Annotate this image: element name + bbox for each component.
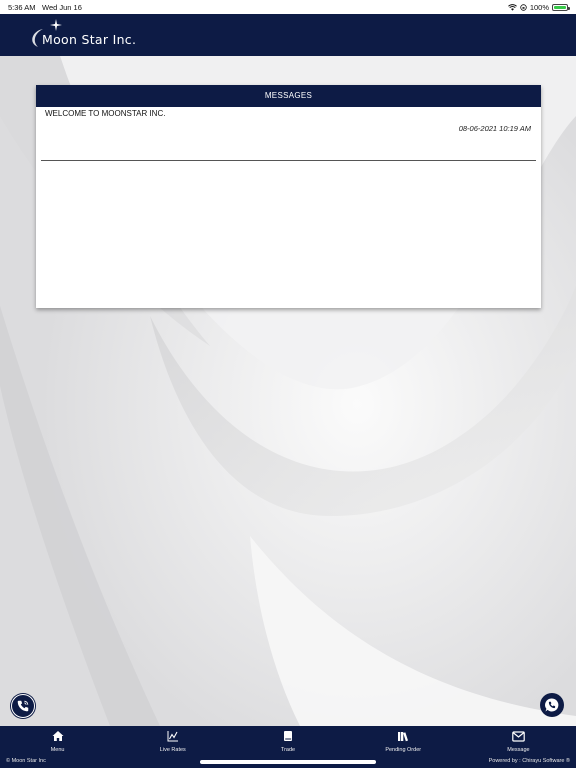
bottom-navigation: Menu Live Rates Trade Pending Order Mess… bbox=[0, 726, 576, 756]
status-date: Wed Jun 16 bbox=[42, 3, 82, 12]
battery-percent: 100% bbox=[529, 3, 549, 12]
nav-item-menu[interactable]: Menu bbox=[0, 726, 115, 756]
app-header: Moon Star Inc. bbox=[0, 14, 576, 56]
status-indicators: 100% bbox=[507, 3, 570, 12]
home-icon bbox=[51, 729, 65, 743]
envelope-icon bbox=[511, 729, 525, 743]
nav-item-pending-order[interactable]: Pending Order bbox=[346, 726, 461, 756]
battery-level-fill bbox=[554, 6, 566, 9]
message-timestamp: 08-06-2021 10:19 AM bbox=[458, 124, 531, 133]
messages-panel: MESSAGES WELCOME TO MOONSTAR INC. 08-06-… bbox=[36, 85, 541, 308]
whatsapp-button[interactable] bbox=[540, 693, 564, 717]
wifi-icon bbox=[507, 4, 517, 11]
call-button[interactable] bbox=[11, 694, 35, 718]
battery-icon bbox=[552, 4, 570, 11]
whatsapp-icon bbox=[545, 698, 559, 712]
nav-item-message[interactable]: Message bbox=[461, 726, 576, 756]
line-chart-icon bbox=[166, 729, 180, 743]
status-time: 5:36 AM bbox=[8, 3, 36, 12]
home-indicator[interactable] bbox=[200, 760, 376, 764]
nav-item-trade[interactable]: Trade bbox=[230, 726, 345, 756]
nav-item-live-rates[interactable]: Live Rates bbox=[115, 726, 230, 756]
nav-label-menu: Menu bbox=[50, 747, 65, 753]
book-icon bbox=[281, 729, 295, 743]
phone-call-icon bbox=[17, 700, 29, 712]
brand-logo: Moon Star Inc. bbox=[26, 19, 176, 51]
footer-copyright: © Moon Star Inc bbox=[6, 758, 46, 764]
status-bar: 5:36 AM Wed Jun 16 100% bbox=[0, 0, 576, 14]
message-text: WELCOME TO MOONSTAR INC. bbox=[45, 109, 166, 118]
nav-label-message: Message bbox=[507, 747, 530, 753]
nav-label-trade: Trade bbox=[280, 747, 296, 753]
footer-powered-by: Powered by : Chirayu Software ® bbox=[488, 758, 570, 764]
nav-label-live-rates: Live Rates bbox=[159, 747, 186, 753]
brand-name: Moon Star Inc. bbox=[42, 32, 137, 47]
books-icon bbox=[396, 729, 410, 743]
nav-label-pending-order: Pending Order bbox=[385, 747, 422, 753]
lock-rotation-icon bbox=[520, 4, 527, 11]
messages-panel-title: MESSAGES bbox=[36, 85, 541, 107]
